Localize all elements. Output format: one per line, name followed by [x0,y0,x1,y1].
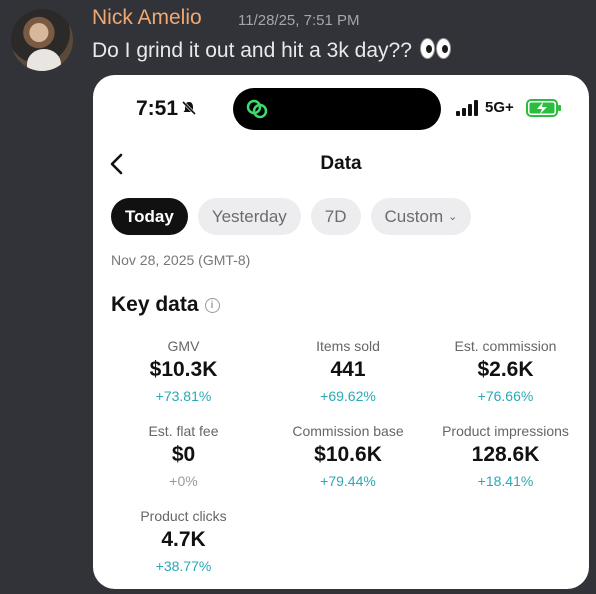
metric-value: $0 [171,443,196,466]
network-label: 5G+ [485,99,514,116]
metric-delta: +79.44% [320,473,376,489]
eyes-emoji-icon [419,38,452,65]
metric-gmv[interactable]: GMV $10.3K +73.81% [93,338,274,423]
metric-value: $10.6K [314,443,382,466]
metric-delta: +73.81% [155,388,212,404]
tab-label: Custom [384,206,444,226]
metric-label: Product impressions [442,423,569,439]
metric-delta: +0% [169,473,198,489]
screenshot-attachment[interactable]: 7:51 5G+ Data Today Yesterday 7D Custom ⌄… [93,75,589,589]
metric-delta: +69.62% [320,388,376,404]
section-title-text: Key data [111,293,199,316]
battery-charging-icon [526,99,561,117]
metric-value: 4.7K [161,528,206,551]
silent-bell-icon [181,100,197,116]
link-icon [246,99,268,119]
signal-icon [456,100,478,116]
metric-label: Items sold [316,338,380,354]
tab-label: 7D [324,206,347,226]
metric-delta: +38.77% [155,558,212,574]
metric-delta: +76.66% [477,388,534,404]
tab-yesterday[interactable]: Yesterday [197,198,301,235]
section-title: Key data i [111,293,220,317]
tab-7d[interactable]: 7D [310,198,361,235]
metric-label: Product clicks [140,508,227,524]
metric-label: GMV [167,338,200,354]
status-time: 7:51 [136,97,179,120]
dynamic-island [233,88,441,130]
tab-label: Yesterday [211,206,287,226]
chevron-down-icon: ⌄ [448,211,458,223]
message-body: Do I grind it out and hit a 3k day?? [92,39,412,63]
metric-items-sold[interactable]: Items sold 441 +69.62% [274,338,422,423]
metric-value: 128.6K [471,443,540,466]
metric-label: Commission base [292,423,404,439]
metric-label: Est. commission [454,338,557,354]
message-timestamp: 11/28/25, 7:51 PM [238,12,360,29]
tab-label: Today [125,206,174,226]
metric-product-impressions[interactable]: Product impressions 128.6K +18.41% [422,423,589,508]
date-filter-tabs: Today Yesterday 7D Custom ⌄ [111,198,472,235]
page-title: Data [320,153,362,174]
message-text: Do I grind it out and hit a 3k day?? [92,38,452,65]
info-icon[interactable]: i [204,297,220,313]
date-range: Nov 28, 2025 (GMT-8) [111,252,251,268]
author-name[interactable]: Nick Amelio [92,6,202,30]
metric-est-commission[interactable]: Est. commission $2.6K +76.66% [422,338,589,423]
tab-today[interactable]: Today [111,198,188,235]
user-avatar[interactable] [11,9,73,71]
metric-product-clicks[interactable]: Product clicks 4.7K +38.77% [93,508,274,589]
key-data-grid: GMV $10.3K +73.81% Items sold 441 +69.62… [93,338,589,589]
metric-delta: +18.41% [477,473,534,489]
metric-value: $10.3K [149,358,218,381]
metric-commission-base[interactable]: Commission base $10.6K +79.44% [274,423,422,508]
metric-value: $2.6K [477,358,534,381]
metric-label: Est. flat fee [148,423,219,439]
tab-custom[interactable]: Custom ⌄ [370,198,472,235]
metric-est-flat-fee[interactable]: Est. flat fee $0 +0% [93,423,274,508]
metric-value: 441 [330,358,366,381]
